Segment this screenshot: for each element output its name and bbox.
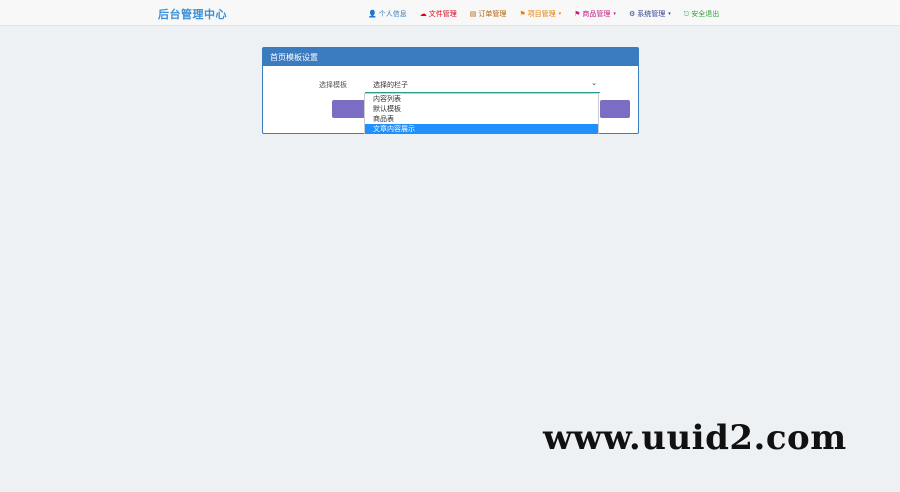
nav-item-label: 文件管理 [428,10,457,18]
nav-item-0[interactable]: 👤 个人信息 [368,9,407,19]
nav-item-2[interactable]: ▤ 订单管理 [470,9,507,19]
watermark-text: www.uuid2.com [543,418,847,458]
nav-item-label: 安全退出 [691,10,720,18]
panel-title: 首页模板设置 [263,48,638,66]
flag-icon: ⚑ [519,9,526,18]
submit-button[interactable] [332,100,365,118]
nav-item-label: 个人信息 [378,10,407,18]
caret-down-icon: ▾ [668,11,671,17]
nav-item-3[interactable]: ⚑ 项目管理 ▾ [519,9,561,19]
cloud-icon: ☁ [419,9,427,18]
gear-icon: ⚙ [628,9,636,18]
main-nav: 👤 个人信息 ☁ 文件管理 ▤ 订单管理 ⚑ 项目管理 ▾ ⚑ 商品管理 ▾ ⚙ 系统管理 ▾ ⎋ 安全退出 [368,8,719,20]
dropdown-option[interactable]: 文章内容展示 [365,124,598,134]
dropdown-option[interactable]: 默认模板 [365,104,598,114]
nav-item-label: 订单管理 [478,10,507,18]
list-icon: ▤ [469,9,477,18]
nav-item-label: 系统管理 [637,10,666,18]
template-select[interactable]: 选择的栏子 ⌄ [365,76,600,93]
top-navbar: 后台管理中心 👤 个人信息 ☁ 文件管理 ▤ 订单管理 ⚑ 项目管理 ▾ ⚑ 商品管理 ▾ ⚙ 系统管理 ▾… [0,0,900,26]
nav-item-label: 商品管理 [582,10,611,18]
template-select-label: 选择模板 [319,81,347,89]
nav-item-6[interactable]: ⎋ 安全退出 [684,9,720,19]
template-select-dropdown[interactable]: 内容列表 默认模板 商品表 文章内容展示 [364,93,599,134]
caret-down-icon: ▾ [613,11,616,17]
brand-title[interactable]: 后台管理中心 [158,6,227,22]
nav-item-label: 项目管理 [527,10,556,18]
secondary-button[interactable] [600,100,630,118]
dropdown-option[interactable]: 商品表 [365,114,598,124]
nav-item-4[interactable]: ⚑ 商品管理 ▾ [574,9,616,19]
nav-item-1[interactable]: ☁ 文件管理 [420,9,457,19]
nav-item-5[interactable]: ⚙ 系统管理 ▾ [629,9,671,19]
dropdown-option[interactable]: 内容列表 [365,94,598,104]
flag-icon: ⚑ [574,9,581,18]
chevron-down-icon: ⌄ [591,79,597,87]
caret-down-icon: ▾ [558,11,562,17]
template-select-value: 选择的栏子 [373,81,408,89]
user-icon: 👤 [368,9,377,18]
logout-icon: ⎋ [683,9,690,18]
